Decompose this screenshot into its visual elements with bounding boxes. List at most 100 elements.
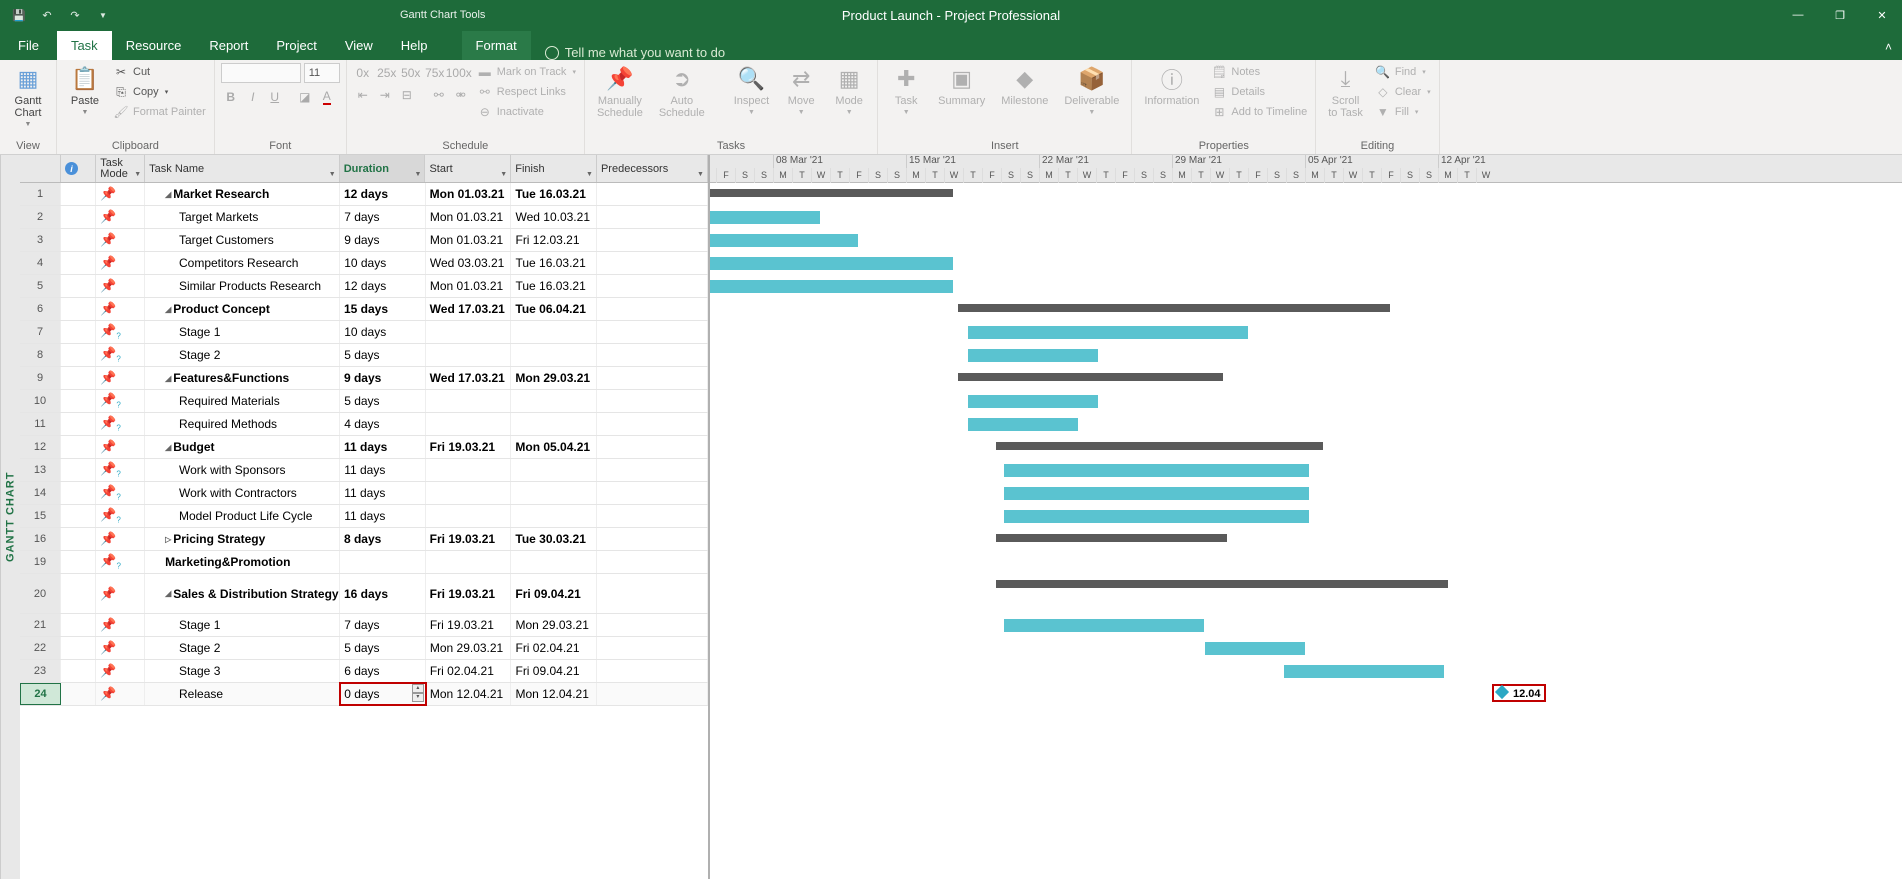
- predecessors-cell[interactable]: [597, 436, 708, 458]
- info-cell[interactable]: [61, 413, 96, 435]
- link-button[interactable]: ⚯: [429, 85, 449, 105]
- row-number[interactable]: 7: [20, 321, 61, 343]
- task-bar[interactable]: [1004, 464, 1309, 477]
- unlink-button[interactable]: ⚮: [451, 85, 471, 105]
- tab-format[interactable]: Format: [462, 31, 531, 60]
- task-mode-cell[interactable]: 📌: [96, 614, 145, 636]
- tab-resource[interactable]: Resource: [112, 31, 196, 60]
- outdent-button[interactable]: ⇤: [353, 85, 373, 105]
- finish-cell[interactable]: [511, 344, 597, 366]
- table-row[interactable]: 23 📌 Stage 3 6 days Fri 02.04.21 Fri 09.…: [20, 660, 708, 683]
- finish-column-header[interactable]: Finish▼: [511, 155, 597, 182]
- task-mode-cell[interactable]: 📌?: [96, 459, 145, 481]
- info-cell[interactable]: [61, 229, 96, 251]
- row-number[interactable]: 12: [20, 436, 61, 458]
- table-row[interactable]: 19 📌? Marketing&Promotion: [20, 551, 708, 574]
- info-cell[interactable]: [61, 206, 96, 228]
- table-row[interactable]: 22 📌 Stage 2 5 days Mon 29.03.21 Fri 02.…: [20, 637, 708, 660]
- start-cell[interactable]: [426, 321, 512, 343]
- notes-button[interactable]: 🗒Notes: [1209, 63, 1309, 81]
- information-button[interactable]: ⓘInformation: [1138, 63, 1205, 109]
- row-number[interactable]: 8: [20, 344, 61, 366]
- row-number[interactable]: 6: [20, 298, 61, 320]
- row-number[interactable]: 4: [20, 252, 61, 274]
- fill-button[interactable]: ▼Fill▾: [1373, 103, 1433, 121]
- task-name-cell[interactable]: Competitors Research: [145, 252, 340, 274]
- task-bar[interactable]: [1205, 642, 1305, 655]
- task-bar[interactable]: [1284, 665, 1444, 678]
- outline-toggle-icon[interactable]: ◢: [165, 374, 171, 383]
- task-mode-cell[interactable]: 📌: [96, 683, 145, 705]
- start-cell[interactable]: [426, 344, 512, 366]
- gantt-row[interactable]: [710, 275, 1902, 298]
- task-mode-cell[interactable]: 📌: [96, 574, 145, 613]
- start-cell[interactable]: [426, 551, 512, 573]
- info-cell[interactable]: [61, 683, 96, 705]
- gantt-row[interactable]: [710, 367, 1902, 390]
- task-name-cell[interactable]: Work with Contractors: [145, 482, 340, 504]
- summary-bar[interactable]: [710, 189, 953, 197]
- task-bar[interactable]: [968, 349, 1098, 362]
- close-button[interactable]: ✕: [1862, 0, 1902, 30]
- task-bar[interactable]: [710, 211, 820, 224]
- font-size-combo[interactable]: [304, 63, 340, 83]
- finish-cell[interactable]: [511, 413, 597, 435]
- table-row[interactable]: 16 📌 ▷Pricing Strategy 8 days Fri 19.03.…: [20, 528, 708, 551]
- info-cell[interactable]: [61, 298, 96, 320]
- row-number[interactable]: 24: [20, 683, 61, 705]
- task-name-cell[interactable]: Release: [145, 683, 340, 705]
- chevron-down-icon[interactable]: ▼: [697, 171, 704, 178]
- summary-bar[interactable]: [996, 442, 1323, 450]
- start-cell[interactable]: Mon 01.03.21: [426, 275, 512, 297]
- duration-cell[interactable]: 10 days: [340, 252, 426, 274]
- table-row[interactable]: 21 📌 Stage 1 7 days Fri 19.03.21 Mon 29.…: [20, 614, 708, 637]
- predecessors-cell[interactable]: [597, 206, 708, 228]
- start-cell[interactable]: [426, 505, 512, 527]
- start-cell[interactable]: Wed 03.03.21: [426, 252, 512, 274]
- task-name-cell[interactable]: Work with Sponsors: [145, 459, 340, 481]
- redo-icon[interactable]: ↷: [64, 4, 86, 26]
- table-row[interactable]: 11 📌? Required Methods 4 days: [20, 413, 708, 436]
- add-timeline-button[interactable]: ⊞Add to Timeline: [1209, 103, 1309, 121]
- start-cell[interactable]: Mon 01.03.21: [426, 183, 512, 205]
- predecessors-cell[interactable]: [597, 321, 708, 343]
- gantt-row[interactable]: [710, 528, 1902, 551]
- info-cell[interactable]: [61, 275, 96, 297]
- finish-cell[interactable]: Tue 06.04.21: [511, 298, 597, 320]
- task-bar[interactable]: [968, 395, 1098, 408]
- insert-task-button[interactable]: ✚Task▼: [884, 63, 928, 118]
- task-name-cell[interactable]: ◢Market Research: [145, 183, 340, 205]
- underline-button[interactable]: U: [265, 87, 285, 107]
- chevron-down-icon[interactable]: ▼: [586, 171, 593, 178]
- table-row[interactable]: 1 📌 ◢Market Research 12 days Mon 01.03.2…: [20, 183, 708, 206]
- duration-cell[interactable]: 11 days: [340, 436, 426, 458]
- task-bar[interactable]: [710, 257, 953, 270]
- finish-cell[interactable]: Mon 12.04.21: [511, 683, 597, 705]
- start-cell[interactable]: Mon 01.03.21: [426, 206, 512, 228]
- gantt-row[interactable]: [710, 229, 1902, 252]
- inactivate-button[interactable]: ⊖Inactivate: [475, 103, 578, 121]
- gantt-row[interactable]: [710, 660, 1902, 683]
- duration-column-header[interactable]: Duration▼: [340, 155, 426, 182]
- predecessors-cell[interactable]: [597, 614, 708, 636]
- outline-toggle-icon[interactable]: ◢: [165, 443, 171, 452]
- paste-button[interactable]: 📋 Paste ▼: [63, 63, 107, 118]
- task-name-cell[interactable]: Stage 2: [145, 637, 340, 659]
- start-cell[interactable]: [426, 413, 512, 435]
- details-button[interactable]: ▤Details: [1209, 83, 1309, 101]
- finish-cell[interactable]: Wed 10.03.21: [511, 206, 597, 228]
- copy-button[interactable]: ⎘Copy▾: [111, 83, 208, 101]
- finish-cell[interactable]: Tue 30.03.21: [511, 528, 597, 550]
- gantt-row[interactable]: [710, 574, 1902, 614]
- predecessors-cell[interactable]: [597, 574, 708, 613]
- row-number[interactable]: 10: [20, 390, 61, 412]
- indent-button[interactable]: ⇥: [375, 85, 395, 105]
- table-row[interactable]: 14 📌? Work with Contractors 11 days: [20, 482, 708, 505]
- finish-cell[interactable]: Fri 09.04.21: [511, 574, 597, 613]
- respect-links-button[interactable]: ⚯Respect Links: [475, 83, 578, 101]
- duration-cell[interactable]: 7 days: [340, 614, 426, 636]
- task-name-cell[interactable]: Target Customers: [145, 229, 340, 251]
- duration-cell[interactable]: 6 days: [340, 660, 426, 682]
- gantt-row[interactable]: [710, 344, 1902, 367]
- duration-cell[interactable]: 10 days: [340, 321, 426, 343]
